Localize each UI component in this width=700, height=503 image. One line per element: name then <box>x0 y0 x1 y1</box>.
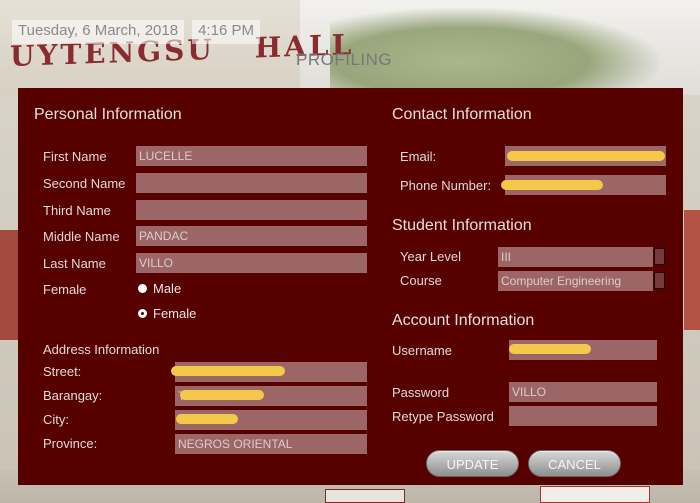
account-info-heading: Account Information <box>392 312 535 329</box>
last-name-label: Last Name <box>43 256 106 271</box>
middle-name-field[interactable]: PANDAC <box>136 226 367 246</box>
second-name-label: Second Name <box>43 176 126 191</box>
course-select[interactable]: Computer Engineering <box>498 271 653 291</box>
retype-password-field[interactable] <box>509 406 657 426</box>
first-name-field[interactable]: LUCELLE <box>136 146 367 166</box>
year-level-dropdown-button[interactable] <box>654 248 665 265</box>
banner-sign <box>540 486 650 503</box>
cancel-button[interactable]: CANCEL <box>528 450 621 477</box>
screen-title: PROFILING <box>296 50 393 69</box>
address-info-heading: Address Information <box>43 342 160 357</box>
redaction-mark <box>176 414 238 424</box>
redaction-mark <box>171 366 285 376</box>
password-field[interactable]: VILLO <box>509 382 657 402</box>
year-level-label: Year Level <box>400 249 461 264</box>
building-sign <box>325 489 405 503</box>
redaction-mark <box>180 390 264 400</box>
radio-unselected-icon <box>138 284 147 293</box>
female-radio[interactable]: Female <box>138 306 196 321</box>
date-label: Tuesday, 6 March, 2018 <box>12 20 185 44</box>
barangay-label: Barangay: <box>43 388 103 403</box>
course-dropdown-button[interactable] <box>654 272 665 289</box>
radio-selected-icon <box>138 309 147 318</box>
course-label: Course <box>400 273 442 288</box>
province-label: Province: <box>43 436 98 451</box>
brick-pillar-left <box>0 230 18 340</box>
year-level-select[interactable]: III <box>498 247 653 267</box>
retype-password-label: Retype Password <box>392 409 494 424</box>
email-label: Email: <box>400 149 437 164</box>
student-info-heading: Student Information <box>392 217 532 234</box>
third-name-field[interactable] <box>136 200 367 220</box>
phone-label: Phone Number: <box>400 178 492 193</box>
brick-pillar-right <box>684 210 700 330</box>
first-name-label: First Name <box>43 149 107 164</box>
province-field[interactable]: NEGROS ORIENTAL <box>175 434 367 454</box>
last-name-field[interactable]: VILLO <box>136 253 367 273</box>
street-label: Street: <box>43 364 82 379</box>
update-button[interactable]: UPDATE <box>426 450 519 477</box>
middle-name-label: Middle Name <box>43 229 120 244</box>
redaction-mark <box>501 180 603 190</box>
profile-form-panel: Personal Information First Name LUCELLE … <box>18 88 683 485</box>
gender-label: Female <box>43 282 87 297</box>
third-name-label: Third Name <box>43 203 111 218</box>
male-radio-label: Male <box>153 281 182 296</box>
password-label: Password <box>392 385 450 400</box>
male-radio[interactable]: Male <box>138 281 181 296</box>
personal-info-heading: Personal Information <box>34 106 182 123</box>
time-label: 4:16 PM <box>192 20 260 44</box>
female-radio-label: Female <box>153 306 197 321</box>
datetime-bar: Tuesday, 6 March, 2018 4:16 PM <box>12 20 260 44</box>
city-label: City: <box>43 412 69 427</box>
redaction-mark <box>509 344 591 354</box>
contact-info-heading: Contact Information <box>392 106 532 123</box>
username-label: Username <box>392 343 452 358</box>
second-name-field[interactable] <box>136 173 367 193</box>
redaction-mark <box>507 151 665 161</box>
